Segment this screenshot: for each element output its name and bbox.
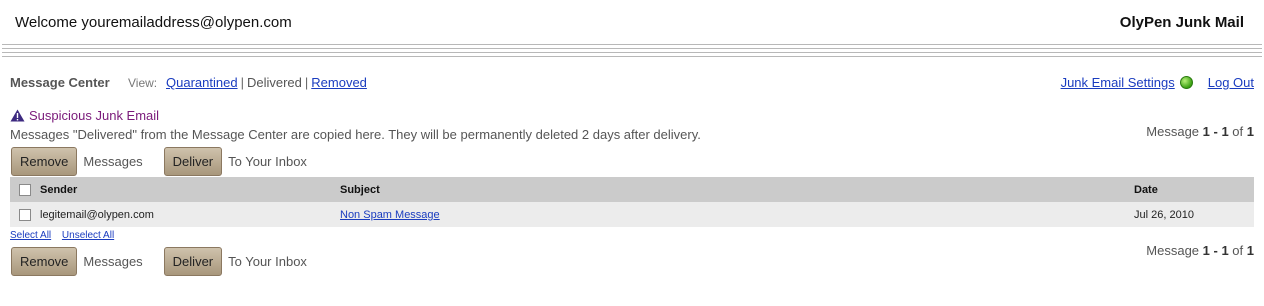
view-label: View: bbox=[128, 76, 158, 90]
select-all-checkbox[interactable] bbox=[19, 183, 31, 196]
row-sender: legitemail@olypen.com bbox=[40, 202, 340, 227]
count-prefix: Message bbox=[1146, 124, 1200, 139]
column-date: Date bbox=[1134, 177, 1254, 202]
row-checkbox-cell bbox=[10, 202, 40, 227]
action-bar-bottom: Remove Messages Deliver To Your Inbox bbox=[11, 247, 307, 276]
view-switcher: Quarantined | Delivered | Removed bbox=[166, 75, 367, 90]
suspicious-junk-title: Suspicious Junk Email bbox=[29, 108, 160, 123]
count-total: 1 bbox=[1246, 124, 1254, 139]
app-brand: OlyPen Junk Mail bbox=[1119, 14, 1244, 31]
row-checkbox[interactable] bbox=[19, 208, 31, 221]
view-separator: | bbox=[240, 75, 244, 90]
deliver-suffix: To Your Inbox bbox=[228, 154, 307, 169]
status-dot-icon bbox=[1179, 76, 1193, 89]
select-all-link[interactable]: Select All bbox=[10, 230, 51, 241]
row-subject-link[interactable]: Non Spam Message bbox=[340, 209, 440, 221]
warning-triangle-icon bbox=[10, 109, 25, 122]
view-separator: | bbox=[304, 75, 309, 90]
message-center-label: Message Center bbox=[10, 75, 110, 90]
column-subject: Subject bbox=[340, 177, 1134, 202]
deliver-button[interactable]: Deliver bbox=[163, 247, 223, 276]
row-subject-cell: Non Spam Message bbox=[340, 202, 1134, 227]
header-divider bbox=[2, 44, 1262, 60]
action-bar-top: Remove Messages Deliver To Your Inbox bbox=[11, 147, 307, 176]
remove-button[interactable]: Remove bbox=[11, 247, 78, 276]
remove-suffix: Messages bbox=[83, 154, 143, 169]
table-header-row: Sender Subject Date bbox=[10, 177, 1254, 202]
table-row: legitemail@olypen.com Non Spam Message J… bbox=[10, 202, 1254, 227]
count-of: of bbox=[1232, 243, 1244, 258]
unselect-all-link[interactable]: Unselect All bbox=[62, 230, 114, 241]
count-range: 1 - 1 bbox=[1202, 243, 1229, 258]
logout-link[interactable]: Log Out bbox=[1208, 75, 1254, 90]
junk-email-settings-link[interactable]: Junk Email Settings bbox=[1061, 75, 1175, 90]
remove-button[interactable]: Remove bbox=[11, 147, 78, 176]
suspicious-junk-heading: Suspicious Junk Email bbox=[10, 108, 159, 123]
column-sender: Sender bbox=[40, 177, 340, 202]
count-of: of bbox=[1232, 124, 1244, 139]
row-date: Jul 26, 2010 bbox=[1134, 202, 1254, 227]
count-prefix: Message bbox=[1146, 243, 1200, 258]
select-all-checkbox-cell bbox=[10, 177, 40, 202]
view-removed-link[interactable]: Removed bbox=[311, 75, 367, 90]
view-quarantined-link[interactable]: Quarantined bbox=[166, 75, 238, 90]
account-links: Junk Email Settings Log Out bbox=[1061, 75, 1254, 90]
view-delivered-current: Delivered bbox=[246, 75, 302, 90]
selection-links: Select All Unselect All bbox=[10, 230, 122, 241]
messages-table: Sender Subject Date legitemail@olypen.co… bbox=[10, 177, 1254, 227]
remove-suffix: Messages bbox=[83, 254, 143, 269]
delivery-notice: Messages "Delivered" from the Message Ce… bbox=[10, 127, 701, 142]
deliver-suffix: To Your Inbox bbox=[228, 254, 307, 269]
deliver-button[interactable]: Deliver bbox=[163, 147, 223, 176]
count-total: 1 bbox=[1246, 243, 1254, 258]
message-count-top: Message 1 - 1 of 1 bbox=[1146, 124, 1254, 139]
count-range: 1 - 1 bbox=[1202, 124, 1229, 139]
message-count-bottom: Message 1 - 1 of 1 bbox=[1146, 243, 1254, 258]
welcome-text: Welcome youremailaddress@olypen.com bbox=[15, 14, 292, 31]
